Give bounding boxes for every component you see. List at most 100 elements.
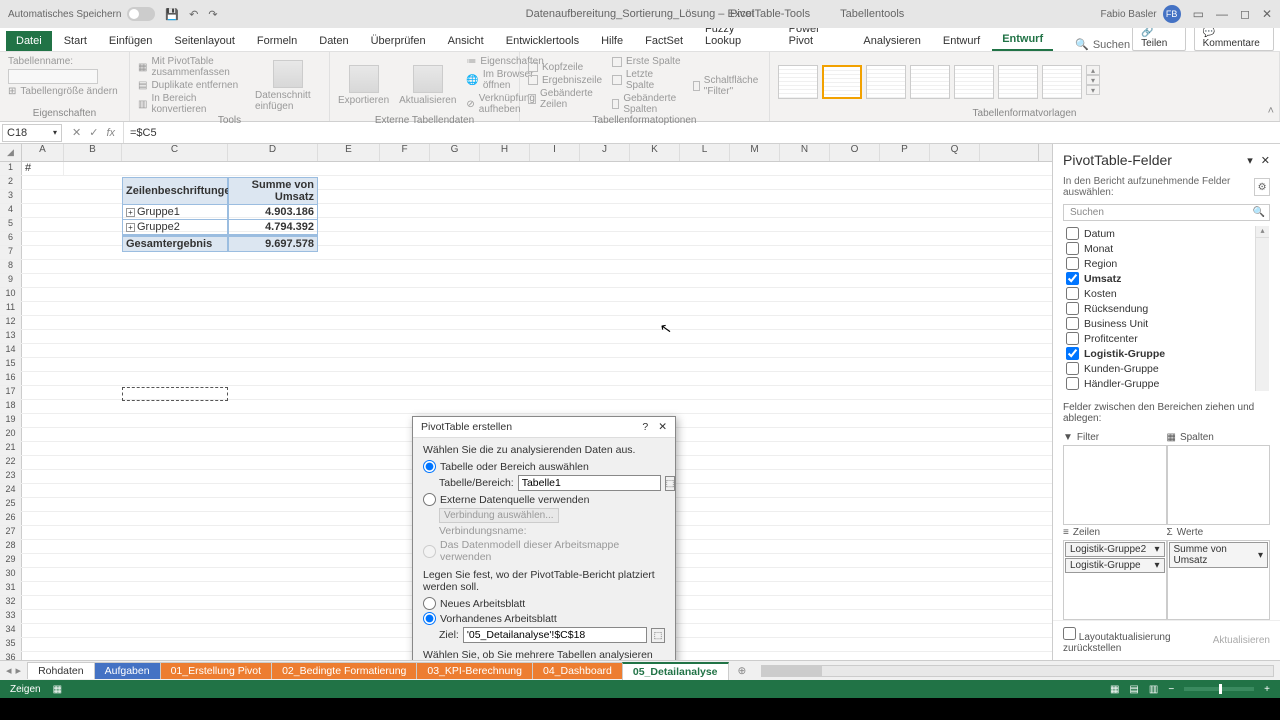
banded-cols-check[interactable]: Gebänderte Spalten: [612, 93, 682, 115]
row-header[interactable]: 21: [0, 442, 22, 455]
fx-icon[interactable]: fx: [106, 127, 115, 139]
column-header[interactable]: B: [64, 144, 122, 161]
tab-insert[interactable]: Einfügen: [99, 31, 162, 51]
row-header[interactable]: 16: [0, 372, 22, 385]
ribbon-display-icon[interactable]: ▭: [1193, 7, 1204, 21]
field-search-input[interactable]: Suchen 🔍: [1063, 204, 1270, 221]
column-header[interactable]: M: [730, 144, 780, 161]
row-header[interactable]: 7: [0, 246, 22, 259]
field-item[interactable]: Rücksendung: [1064, 301, 1269, 316]
field-item[interactable]: Gewinn: [1064, 391, 1269, 392]
style-tile[interactable]: [778, 65, 818, 99]
view-pagebreak-icon[interactable]: ▥: [1149, 684, 1158, 695]
row-header[interactable]: 18: [0, 400, 22, 413]
radio-external-source[interactable]: Externe Datenquelle verwenden: [423, 493, 665, 506]
row-header[interactable]: 17: [0, 386, 22, 399]
row-header[interactable]: 5: [0, 218, 22, 231]
redo-icon[interactable]: ↷: [208, 8, 217, 21]
column-header[interactable]: Q: [930, 144, 980, 161]
column-header[interactable]: D: [228, 144, 318, 161]
column-header[interactable]: E: [318, 144, 380, 161]
export-button[interactable]: Exportieren: [338, 65, 389, 106]
collapse-ribbon-icon[interactable]: ˄: [1268, 105, 1274, 117]
radio-new-sheet[interactable]: Neues Arbeitsblatt: [423, 597, 665, 610]
location-input[interactable]: [463, 627, 647, 643]
row-header[interactable]: 13: [0, 330, 22, 343]
row-header[interactable]: 29: [0, 554, 22, 567]
field-item[interactable]: Datum: [1064, 226, 1269, 241]
sheet-tab[interactable]: Rohdaten: [27, 662, 95, 679]
column-header[interactable]: C: [122, 144, 228, 161]
field-item[interactable]: Händler-Gruppe: [1064, 376, 1269, 391]
header-row-check[interactable]: Kopfzeile: [528, 62, 602, 73]
row-header[interactable]: 12: [0, 316, 22, 329]
row-header[interactable]: 6: [0, 232, 22, 245]
row-header[interactable]: 4: [0, 204, 22, 217]
rows-dropzone[interactable]: Logistik-Gruppe2▾ Logistik-Gruppe▾: [1063, 540, 1167, 620]
account-button[interactable]: Fabio Basler FB: [1100, 5, 1180, 23]
view-pagelayout-icon[interactable]: ▤: [1129, 684, 1138, 695]
save-icon[interactable]: 💾: [165, 8, 179, 21]
row-header[interactable]: 15: [0, 358, 22, 371]
radio-table-range[interactable]: Tabelle oder Bereich auswählen: [423, 460, 665, 473]
row-header[interactable]: 24: [0, 484, 22, 497]
values-dropzone[interactable]: Summe von Umsatz▾: [1167, 540, 1271, 620]
defer-layout-check[interactable]: Layoutaktualisierung zurückstellen: [1063, 627, 1213, 654]
undo-icon[interactable]: ↶: [189, 8, 198, 21]
gallery-more-icon[interactable]: ▾: [1086, 85, 1100, 95]
row-header[interactable]: 14: [0, 344, 22, 357]
value-field-pill[interactable]: Summe von Umsatz▾: [1169, 542, 1269, 568]
table-styles-gallery[interactable]: ▴▾▾: [778, 65, 1100, 99]
field-item[interactable]: Profitcenter: [1064, 331, 1269, 346]
tell-me-search[interactable]: 🔍 Suchen: [1075, 38, 1130, 51]
tab-developer[interactable]: Entwicklertools: [496, 31, 589, 51]
field-item[interactable]: Kosten: [1064, 286, 1269, 301]
row-header[interactable]: 33: [0, 610, 22, 623]
column-header[interactable]: N: [780, 144, 830, 161]
view-normal-icon[interactable]: ▦: [1110, 684, 1119, 695]
row-header[interactable]: 32: [0, 596, 22, 609]
close-dialog-icon[interactable]: ✕: [658, 421, 667, 433]
row-header[interactable]: 10: [0, 288, 22, 301]
style-tile[interactable]: [866, 65, 906, 99]
refresh-button[interactable]: Aktualisieren: [399, 65, 456, 106]
select-all-triangle[interactable]: ◢: [0, 144, 22, 161]
formula-input[interactable]: =$C5: [124, 125, 1280, 141]
style-tile[interactable]: [998, 65, 1038, 99]
pivot-rowlabel-header[interactable]: Zeilenbeschriftungen▾: [122, 177, 228, 205]
last-col-check[interactable]: Letzte Spalte: [612, 69, 682, 91]
row-header[interactable]: 36: [0, 652, 22, 660]
help-icon[interactable]: ?: [642, 421, 648, 433]
sheet-tab[interactable]: 02_Bedingte Formatierung: [271, 662, 417, 679]
maximize-icon[interactable]: ◻: [1240, 7, 1250, 21]
zoom-in-icon[interactable]: +: [1264, 684, 1270, 695]
row-header[interactable]: 20: [0, 428, 22, 441]
sheet-tab[interactable]: 03_KPI-Berechnung: [416, 662, 533, 679]
sheet-nav-prev-icon[interactable]: ◂: [6, 664, 12, 677]
name-box[interactable]: C18▾: [2, 124, 62, 142]
remove-duplicates-button[interactable]: ▤Duplikate entfernen: [138, 80, 245, 91]
autosave-toggle[interactable]: Automatisches Speichern: [8, 7, 155, 21]
row-header[interactable]: 26: [0, 512, 22, 525]
chevron-down-icon[interactable]: ▾: [1154, 544, 1159, 555]
column-header[interactable]: H: [480, 144, 530, 161]
pivot-table[interactable]: Zeilenbeschriftungen▾ Summe von Umsatz +…: [122, 177, 322, 252]
tab-data[interactable]: Daten: [309, 31, 358, 51]
tab-analyze[interactable]: Analysieren: [853, 31, 930, 51]
row-header[interactable]: 3: [0, 190, 22, 203]
total-row-check[interactable]: Ergebniszeile: [528, 75, 602, 86]
row-header[interactable]: 8: [0, 260, 22, 273]
column-header[interactable]: F: [380, 144, 430, 161]
gallery-down-icon[interactable]: ▾: [1086, 75, 1100, 85]
expand-icon[interactable]: +: [126, 223, 135, 232]
tab-review[interactable]: Überprüfen: [361, 31, 436, 51]
tab-help[interactable]: Hilfe: [591, 31, 633, 51]
cancel-fx-icon[interactable]: ✕: [72, 126, 81, 139]
row-header[interactable]: 22: [0, 456, 22, 469]
column-header[interactable]: A: [22, 144, 64, 161]
panel-dropdown-icon[interactable]: ▾: [1247, 154, 1253, 167]
tab-file[interactable]: Datei: [6, 31, 52, 51]
column-header[interactable]: I: [530, 144, 580, 161]
row-header[interactable]: 23: [0, 470, 22, 483]
gallery-up-icon[interactable]: ▴: [1086, 65, 1100, 75]
